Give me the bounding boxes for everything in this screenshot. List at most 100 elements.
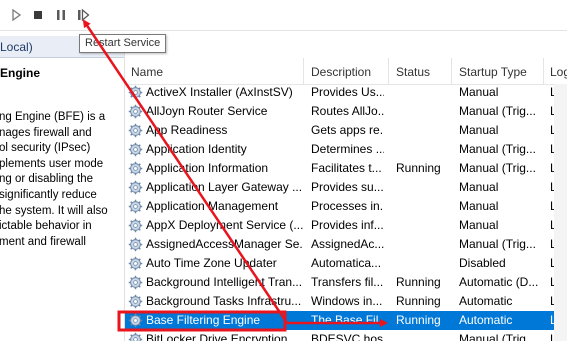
description-line: nages firewall and	[0, 126, 92, 139]
service-gear-icon	[128, 332, 143, 341]
service-name: ActiveX Installer (AxInstSV)	[146, 85, 293, 99]
service-gear-icon	[128, 104, 143, 119]
table-row[interactable]: AllJoyn Router Service Routes AllJo... Man…	[125, 102, 567, 121]
service-description-cell: Determines ...	[311, 142, 384, 156]
service-startup-type: Manual (Trig...	[459, 142, 536, 156]
service-name: Application Identity	[146, 142, 247, 156]
service-description-cell: Transfers fil...	[311, 275, 384, 289]
description-line: significantly reduce	[0, 188, 97, 201]
service-name: Auto Time Zone Updater	[146, 256, 277, 270]
services-list: ActiveX Installer (AxInstSV) Provides Us.…	[125, 83, 567, 341]
description-line: he system. It will also	[0, 204, 108, 217]
table-row[interactable]: Auto Time Zone Updater Automatica... Disab…	[125, 254, 567, 273]
description-line: ng Engine (BFE) is a	[0, 111, 106, 123]
table-row[interactable]: Background Intelligent Tran... Transfers …	[125, 273, 567, 292]
column-divider[interactable]	[303, 58, 304, 84]
restart-service-tooltip: Restart Service	[79, 34, 167, 53]
service-status: Running	[396, 294, 441, 308]
services-table-header: Name Description Status Startup Type Log	[125, 58, 567, 85]
service-description-cell: Provides inf...	[311, 218, 384, 232]
column-header-name[interactable]: Name	[131, 65, 163, 79]
service-name: BitLocker Drive Encryption ...	[146, 332, 301, 341]
service-status: Running	[396, 275, 441, 289]
play-icon[interactable]	[8, 7, 24, 23]
column-header-log-on-as[interactable]: Log	[550, 65, 567, 79]
table-row[interactable]: BitLocker Drive Encryption ... BDESVC hos…	[125, 330, 567, 341]
service-name: AllJoyn Router Service	[146, 104, 268, 118]
service-description-cell: Processes in...	[311, 199, 384, 213]
stop-icon[interactable]	[30, 7, 46, 23]
service-name: App Readiness	[146, 123, 228, 137]
service-name: AppX Deployment Service (...	[146, 218, 303, 232]
service-gear-icon	[128, 294, 143, 309]
column-header-status[interactable]: Status	[396, 65, 430, 79]
service-gear-icon	[128, 256, 143, 271]
description-line: ol security (IPsec)	[0, 142, 91, 155]
service-startup-type: Automatic	[459, 294, 513, 308]
service-title: Engine	[0, 66, 41, 80]
service-description-cell: Provides Us...	[311, 85, 384, 99]
service-description-cell: Automatica...	[311, 256, 382, 270]
table-row[interactable]: App ReadinessGets apps re...ManualLoc	[125, 121, 567, 140]
description-line: ictable behavior in	[0, 220, 92, 233]
column-divider[interactable]	[451, 58, 452, 84]
table-row[interactable]: Application Management Processes in... Man…	[125, 197, 567, 216]
left-pane-header-label: Local)	[0, 40, 33, 54]
table-row[interactable]: AssignedAccessManager Se... AssignedAc...…	[125, 235, 567, 254]
table-row[interactable]: ActiveX Installer (AxInstSV) Provides Us.…	[125, 83, 567, 102]
column-header-description[interactable]: Description	[311, 65, 371, 79]
service-description-cell: Facilitates t...	[311, 161, 382, 175]
service-startup-type: Manual (Trig...	[459, 104, 536, 118]
restart-icon[interactable]	[75, 7, 91, 23]
service-description-cell: Windows in...	[311, 294, 383, 308]
service-description-cell: The Base Fil...	[311, 313, 384, 327]
service-name: AssignedAccessManager Se...	[146, 237, 303, 251]
service-description-cell: BDESVC hos...	[311, 332, 384, 341]
service-gear-icon	[128, 85, 143, 100]
service-gear-icon	[128, 199, 143, 214]
service-gear-icon	[128, 237, 143, 252]
service-startup-type: Disabled	[459, 256, 506, 270]
table-row[interactable]: Application Layer Gateway ... Provides su…	[125, 178, 567, 197]
service-gear-icon	[128, 180, 143, 195]
service-startup-type: Manual	[459, 85, 499, 99]
table-row[interactable]: Background Tasks Infrastru... Windows in.…	[125, 292, 567, 311]
service-gear-icon	[128, 142, 143, 157]
service-description-cell: AssignedAc...	[311, 237, 384, 251]
description-line: plements user mode	[0, 157, 104, 170]
service-status: Running	[396, 313, 441, 327]
service-gear-icon	[128, 313, 143, 328]
service-startup-type: Manual (Trig...	[459, 332, 536, 341]
toolbar	[0, 0, 567, 31]
service-startup-type: Manual	[459, 218, 499, 232]
service-detail-pane: Engine ng Engine (BFE) is a nages firewa…	[0, 58, 124, 341]
description-line: ment and firewall	[0, 235, 86, 248]
service-name: Application Management	[146, 199, 279, 213]
service-startup-type: Manual (Trig...	[459, 161, 536, 175]
table-row-selected[interactable]: Base Filtering Engine The Base Fil... Runn…	[125, 311, 567, 330]
column-divider[interactable]	[543, 58, 544, 84]
description-line: ng or disabling the	[0, 173, 93, 186]
column-header-startup-type[interactable]: Startup Type	[459, 65, 527, 79]
service-description-cell: Gets apps re...	[311, 123, 384, 137]
service-name: Background Intelligent Tran...	[146, 275, 303, 289]
table-row[interactable]: Application Identity Determines ... Manual…	[125, 140, 567, 159]
service-description: ng Engine (BFE) is a nages firewall and …	[0, 110, 124, 250]
service-gear-icon	[128, 275, 143, 290]
service-status: Running	[396, 161, 441, 175]
service-startup-type: Manual	[459, 180, 499, 194]
table-row[interactable]: Application Information Facilitates t... R…	[125, 159, 567, 178]
vertical-scrollbar[interactable]	[554, 84, 567, 341]
service-gear-icon	[128, 218, 143, 233]
service-name: Base Filtering Engine	[146, 313, 261, 327]
service-name: Application Layer Gateway ...	[146, 180, 303, 194]
service-name: Application Information	[146, 161, 269, 175]
service-gear-icon	[128, 161, 143, 176]
pause-icon[interactable]	[53, 7, 69, 23]
service-startup-type: Manual (Trig...	[459, 237, 536, 251]
service-startup-type: Automatic (D...	[459, 275, 539, 289]
column-divider[interactable]	[388, 58, 389, 84]
service-gear-icon	[128, 123, 143, 138]
service-startup-type: Manual	[459, 199, 499, 213]
table-row[interactable]: AppX Deployment Service (... Provides inf…	[125, 216, 567, 235]
